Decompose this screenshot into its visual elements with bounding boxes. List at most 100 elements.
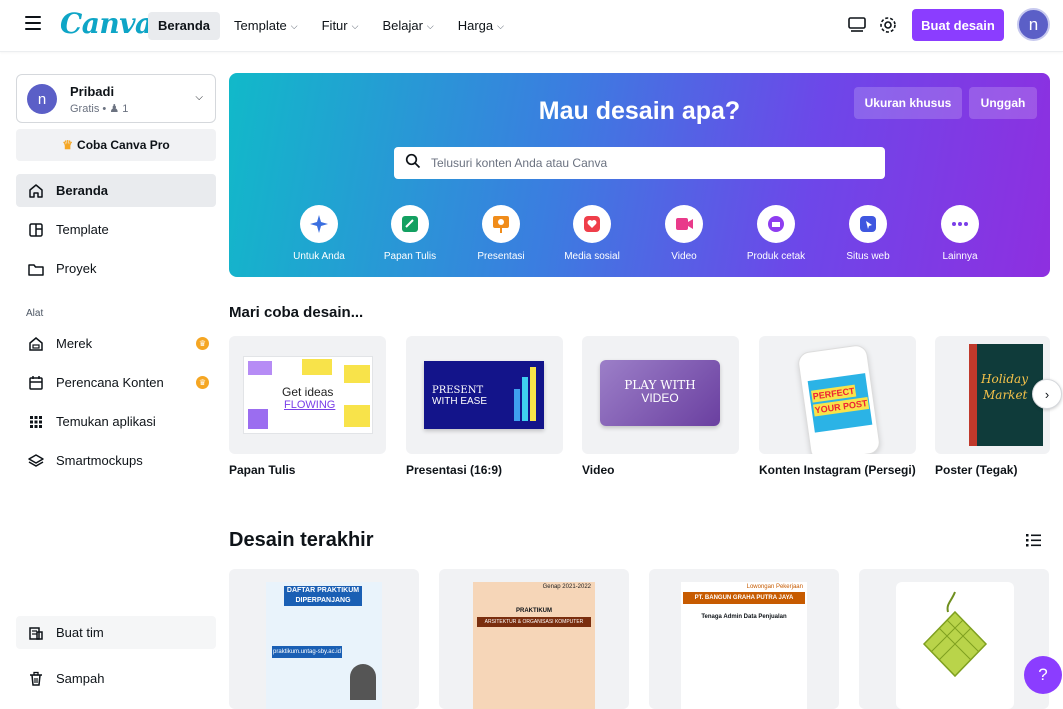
- print-icon: [757, 205, 795, 243]
- sidebar: n Pribadi Gratis • ♟ 1 ⌵ ♛ Coba Canva Pro…: [0, 53, 230, 702]
- sidebar-item-smartmockups[interactable]: Smartmockups: [16, 444, 216, 477]
- recent-design-card[interactable]: DAFTAR PRAKTIKUM DIPERPANJANG praktikum.…: [229, 569, 419, 709]
- sidebar-item-label: Smartmockups: [56, 453, 143, 468]
- layers-icon: [16, 452, 56, 470]
- account-name: Pribadi: [70, 84, 115, 99]
- template-tile-papan-tulis[interactable]: Get ideas FLOWING: [229, 336, 386, 454]
- crown-icon: ♛: [196, 337, 209, 350]
- nav-label: Fitur: [321, 18, 348, 33]
- sidebar-item-template[interactable]: Template: [16, 213, 216, 246]
- category-papan-tulis[interactable]: Papan Tulis: [365, 205, 455, 262]
- nav-label: Belajar: [382, 18, 423, 33]
- search-input[interactable]: Telusuri konten Anda atau Canva: [394, 147, 885, 179]
- template-tile-video[interactable]: PLAY WITH VIDEO: [582, 336, 739, 454]
- video-thumbnail: PLAY WITH VIDEO: [600, 360, 720, 426]
- thumb-text: Lowongan Pekerjaan: [746, 584, 803, 590]
- thumb-text: PLAY WITH: [624, 378, 696, 392]
- category-untuk-anda[interactable]: Untuk Anda: [274, 205, 364, 262]
- sidebar-item-proyek[interactable]: Proyek: [16, 252, 216, 285]
- thumb-text: Market: [983, 388, 1028, 402]
- category-label: Media sosial: [564, 251, 620, 262]
- list-view-icon[interactable]: [1026, 533, 1042, 552]
- template-tile-presentasi[interactable]: PRESENT WITH EASE: [406, 336, 563, 454]
- tile-label: Presentasi (16:9): [406, 463, 503, 477]
- sidebar-item-label: Proyek: [56, 261, 97, 276]
- calendar-icon: [16, 374, 56, 392]
- settings-gear-icon[interactable]: [876, 13, 900, 37]
- thumb-text: PRESENT: [432, 385, 484, 396]
- more-icon: [941, 205, 979, 243]
- template-tile-instagram[interactable]: PERFECT YOUR POST: [759, 336, 916, 454]
- thumb-text: DAFTAR PRAKTIKUM DIPERPANJANG: [284, 586, 362, 606]
- try-pro-button[interactable]: ♛ Coba Canva Pro: [16, 129, 216, 161]
- chevron-down-icon: ⌵: [426, 21, 434, 31]
- carousel-next-button[interactable]: ›: [1032, 379, 1062, 409]
- phone-thumbnail: PERFECT YOUR POST: [796, 343, 882, 454]
- thumb-text: ARSITEKTUR & ORGANISASI KOMPUTER: [477, 617, 591, 627]
- plan-label: Gratis •: [70, 103, 110, 115]
- ketupat-thumbnail: [896, 582, 1014, 709]
- account-switcher[interactable]: n Pribadi Gratis • ♟ 1 ⌵: [16, 74, 216, 123]
- avatar[interactable]: n: [1017, 8, 1050, 41]
- custom-size-button[interactable]: Ukuran khusus: [854, 87, 962, 119]
- design-thumbnail: DAFTAR PRAKTIKUM DIPERPANJANG praktikum.…: [266, 582, 382, 709]
- nav-label: Harga: [457, 18, 494, 33]
- category-media-sosial[interactable]: Media sosial: [547, 205, 637, 262]
- canva-logo[interactable]: Canva: [60, 7, 153, 40]
- sidebar-item-temukan-aplikasi[interactable]: Temukan aplikasi: [16, 405, 216, 438]
- member-count: 1: [122, 103, 129, 115]
- recent-design-card[interactable]: Lowongan Pekerjaan PT. BANGUN GRAHA PUTR…: [649, 569, 839, 709]
- sparkle-icon: [300, 205, 338, 243]
- category-row: Untuk Anda Papan Tulis Presentasi Media …: [229, 205, 1050, 275]
- tile-label: Papan Tulis: [229, 463, 296, 477]
- top-bar: Canva Beranda Template ⌵ Fitur ⌵ Belajar ⌵ …: [0, 0, 1063, 52]
- account-plan: Gratis • ♟ 1: [70, 102, 128, 115]
- recent-design-card[interactable]: Genap 2021-2022 PRAKTIKUM ARSITEKTUR & O…: [439, 569, 629, 709]
- sidebar-item-label: Buat tim: [56, 625, 104, 640]
- upload-button[interactable]: Unggah: [969, 87, 1037, 119]
- sidebar-item-perencana-konten[interactable]: Perencana Konten ♛: [16, 366, 216, 399]
- thumb-text: praktikum.untag-sby.ac.id: [272, 646, 342, 658]
- category-video[interactable]: Video: [639, 205, 729, 262]
- chevron-down-icon: ⌵: [195, 92, 203, 103]
- nav-beranda[interactable]: Beranda: [148, 12, 221, 40]
- top-nav: Beranda Template ⌵ Fitur ⌵ Belajar ⌵ Harga ⌵: [148, 12, 514, 40]
- design-thumbnail: Lowongan Pekerjaan PT. BANGUN GRAHA PUTR…: [681, 582, 807, 709]
- chevron-down-icon: ⌵: [351, 21, 359, 31]
- nav-fitur[interactable]: Fitur ⌵: [312, 12, 369, 40]
- sidebar-item-sampah[interactable]: Sampah: [16, 662, 216, 695]
- menu-icon[interactable]: [25, 16, 41, 32]
- thumb-text: PT. BANGUN GRAHA PUTRA JAYA: [683, 592, 805, 604]
- tile-label: Video: [582, 463, 615, 477]
- recent-section-title: Desain terakhir: [229, 529, 374, 551]
- crown-icon: ♛: [62, 138, 74, 152]
- nav-template[interactable]: Template ⌵: [224, 12, 308, 40]
- thumb-text: VIDEO: [641, 391, 679, 405]
- sidebar-item-label: Sampah: [56, 671, 105, 686]
- sidebar-item-beranda[interactable]: Beranda: [16, 174, 216, 207]
- sidebar-item-merek[interactable]: Merek ♛: [16, 327, 216, 360]
- account-avatar: n: [27, 84, 57, 114]
- category-label: Situs web: [846, 251, 890, 262]
- sidebar-item-label: Template: [56, 222, 109, 237]
- thumb-text: Holiday: [981, 372, 1028, 386]
- create-design-button[interactable]: Buat desain: [912, 9, 1004, 41]
- thumb-text: FLOWING: [284, 399, 336, 411]
- help-button[interactable]: ?: [1024, 656, 1062, 694]
- category-presentasi[interactable]: Presentasi: [456, 205, 546, 262]
- category-situs-web[interactable]: Situs web: [823, 205, 913, 262]
- category-lainnya[interactable]: Lainnya: [915, 205, 1005, 262]
- heart-icon: [573, 205, 611, 243]
- thumb-text: Genap 2021-2022: [542, 584, 591, 590]
- nav-belajar[interactable]: Belajar ⌵: [372, 12, 443, 40]
- sidebar-item-label: Beranda: [56, 183, 109, 198]
- desktop-app-icon[interactable]: [845, 13, 869, 37]
- category-produk-cetak[interactable]: Produk cetak: [731, 205, 821, 262]
- nav-harga[interactable]: Harga ⌵: [448, 12, 514, 40]
- whiteboard-thumbnail: Get ideas FLOWING: [243, 356, 373, 434]
- sidebar-item-buat-tim[interactable]: Buat tim: [16, 616, 216, 649]
- category-label: Presentasi: [477, 251, 525, 262]
- chevron-down-icon: ⌵: [290, 21, 298, 31]
- hero-banner: Mau desain apa? Ukuran khusus Unggah Tel…: [229, 73, 1050, 277]
- recent-design-card[interactable]: [859, 569, 1049, 709]
